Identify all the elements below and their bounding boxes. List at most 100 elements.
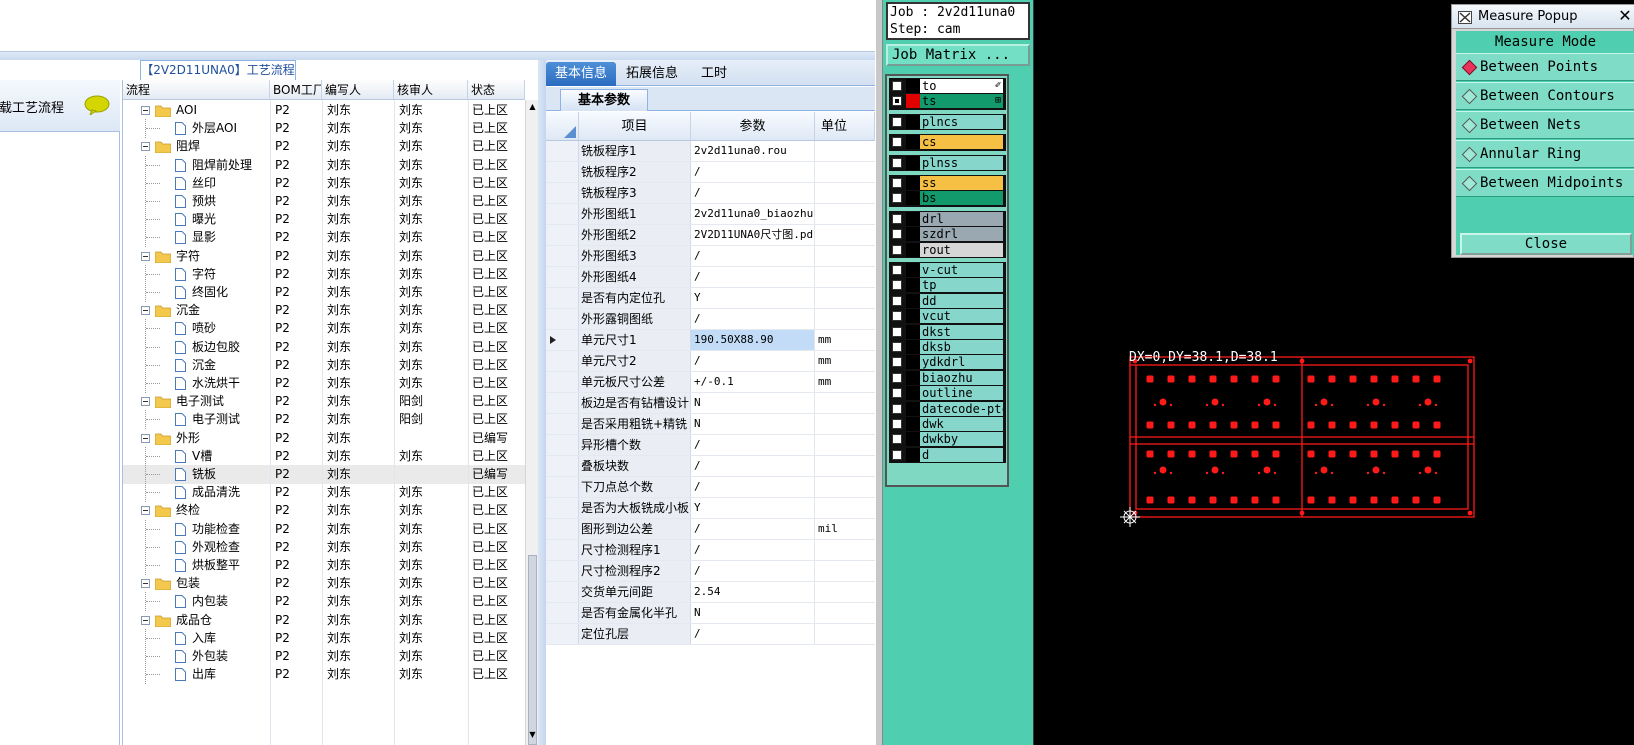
flow-grid-scrollbar[interactable]: ▲ ▼ bbox=[525, 100, 539, 745]
layer-name[interactable]: cs bbox=[920, 135, 1003, 150]
radio-diamond-icon[interactable] bbox=[1461, 59, 1478, 76]
row-indicator[interactable] bbox=[546, 435, 579, 455]
layer-checkbox[interactable] bbox=[892, 81, 902, 91]
layer-name[interactable]: outline bbox=[920, 386, 1003, 401]
layer-checkbox[interactable] bbox=[892, 157, 902, 168]
row-indicator[interactable] bbox=[546, 624, 579, 644]
param-value[interactable]: +/-0.1 bbox=[691, 372, 815, 392]
flow-grid-header-col[interactable]: 编写人 bbox=[322, 80, 394, 100]
param-value[interactable]: / bbox=[691, 435, 815, 455]
table-row[interactable]: 外包装 P2 刘东 刘东 已上区 bbox=[123, 647, 525, 666]
row-indicator[interactable] bbox=[546, 414, 579, 434]
layer-checkbox[interactable] bbox=[892, 193, 902, 204]
param-row[interactable]: 铣板程序3/ bbox=[546, 183, 875, 204]
close-icon[interactable]: ✕ bbox=[1614, 5, 1634, 27]
param-row[interactable]: 是否有内定位孔 Y bbox=[546, 288, 875, 309]
layer-work-marker[interactable] bbox=[906, 191, 920, 206]
layer-row[interactable]: drl bbox=[889, 211, 1006, 226]
row-indicator[interactable] bbox=[546, 267, 579, 287]
radio-diamond-icon[interactable] bbox=[1461, 88, 1478, 105]
layer-work-marker[interactable] bbox=[906, 370, 920, 385]
layer-row[interactable]: dkst bbox=[889, 324, 1006, 339]
layer-work-marker[interactable] bbox=[906, 155, 920, 170]
layer-work-marker[interactable] bbox=[906, 94, 920, 109]
layer-work-marker[interactable] bbox=[906, 386, 920, 401]
layer-row[interactable]: tp bbox=[889, 278, 1006, 293]
param-row[interactable]: 单元尺寸2/mm bbox=[546, 351, 875, 372]
layer-row[interactable]: ss bbox=[889, 176, 1006, 190]
row-indicator[interactable] bbox=[546, 456, 579, 476]
layer-work-marker[interactable] bbox=[906, 309, 920, 324]
layer-checkbox[interactable] bbox=[892, 229, 902, 240]
param-row[interactable]: 外形露铜图纸 / bbox=[546, 309, 875, 330]
layer-row[interactable]: rout bbox=[889, 242, 1006, 257]
table-row[interactable]: 内包装 P2 刘东 刘东 已上区 bbox=[123, 592, 525, 612]
layer-name[interactable]: dkst bbox=[920, 324, 1003, 339]
param-row[interactable]: 尺寸检测程序1/ bbox=[546, 540, 875, 561]
param-value[interactable]: 190.50X88.90 bbox=[691, 330, 815, 350]
layer-work-marker[interactable] bbox=[906, 432, 920, 447]
layer-name[interactable]: biaozhu bbox=[920, 370, 1003, 385]
layer-checkbox[interactable] bbox=[892, 96, 902, 107]
param-value[interactable]: N bbox=[691, 603, 815, 623]
layer-row[interactable]: plncs bbox=[889, 114, 1006, 129]
param-row[interactable]: 外形图纸12v2d11una0_biaozhu... bbox=[546, 204, 875, 225]
layer-name[interactable]: dwkby bbox=[920, 432, 1003, 447]
layer-work-marker[interactable] bbox=[906, 324, 920, 339]
layer-work-marker[interactable] bbox=[906, 447, 920, 462]
table-row[interactable]: 外观检查 P2 刘东 刘东 已上区 bbox=[123, 537, 525, 557]
tab-basic-info[interactable]: 基本信息 bbox=[546, 62, 616, 86]
layer-name[interactable]: datecode-ptc bbox=[920, 401, 1003, 416]
param-row[interactable]: 定位孔层 / bbox=[546, 624, 875, 645]
layer-work-marker[interactable] bbox=[906, 227, 920, 242]
layer-name[interactable]: dwk bbox=[920, 417, 1003, 431]
layer-checkbox[interactable] bbox=[892, 372, 902, 383]
layer-row[interactable]: to ✐ bbox=[889, 79, 1006, 93]
table-row[interactable]: 阻焊前处理 P2 刘东 刘东 已上区 bbox=[123, 155, 525, 175]
layer-name[interactable]: szdrl bbox=[920, 227, 1003, 242]
param-value[interactable]: / bbox=[691, 477, 815, 497]
layer-name[interactable]: plncs bbox=[920, 114, 1003, 129]
table-row[interactable]: 水洗烘干 P2 刘东 刘东 已上区 bbox=[123, 374, 525, 393]
param-row[interactable]: 单元板尺寸公差 +/-0.1 mm bbox=[546, 372, 875, 393]
table-row[interactable]: 入库 P2 刘东 刘东 已上区 bbox=[123, 628, 525, 648]
layer-name[interactable]: rout bbox=[920, 242, 1003, 257]
param-row[interactable]: 外形图纸4/ bbox=[546, 267, 875, 288]
param-row[interactable]: 交货单元间距 2.54 bbox=[546, 582, 875, 603]
scroll-thumb[interactable] bbox=[528, 555, 537, 745]
param-value[interactable]: / bbox=[691, 540, 815, 560]
param-value[interactable]: / bbox=[691, 309, 815, 329]
layer-checkbox[interactable] bbox=[892, 116, 902, 127]
table-row[interactable]: 电子测试 P2 刘东 阳剑 已上区 bbox=[123, 392, 525, 411]
row-indicator[interactable] bbox=[546, 225, 579, 245]
layer-name[interactable]: bs bbox=[920, 191, 1003, 206]
row-indicator[interactable] bbox=[546, 561, 579, 581]
measure-mode-option[interactable]: Between Contours bbox=[1456, 82, 1634, 110]
measure-mode-option[interactable]: Between Nets bbox=[1456, 111, 1634, 139]
layer-row[interactable]: bs bbox=[889, 191, 1006, 206]
layer-checkbox[interactable] bbox=[892, 178, 902, 188]
param-header-item[interactable]: 项目 bbox=[579, 112, 691, 141]
table-row[interactable]: 电子测试 P2 刘东 阳剑 已上区 bbox=[123, 410, 525, 430]
param-value[interactable]: N bbox=[691, 393, 815, 413]
table-row[interactable]: 外形 P2 刘东 已编写 bbox=[123, 429, 525, 448]
layer-work-marker[interactable] bbox=[906, 135, 920, 150]
row-indicator[interactable] bbox=[546, 498, 579, 518]
layer-row[interactable]: v-cut bbox=[889, 263, 1006, 277]
table-row[interactable]: 外层AOI P2 刘东 刘东 已上区 bbox=[123, 119, 525, 139]
layer-name[interactable]: v-cut bbox=[920, 263, 1003, 277]
layer-checkbox[interactable] bbox=[892, 295, 902, 306]
param-value[interactable]: / bbox=[691, 162, 815, 182]
param-value[interactable]: / bbox=[691, 519, 815, 539]
table-row[interactable]: 烘板整平 P2 刘东 刘东 已上区 bbox=[123, 556, 525, 575]
table-row[interactable]: 沉金 P2 刘东 刘东 已上区 bbox=[123, 301, 525, 320]
row-indicator[interactable] bbox=[546, 141, 579, 161]
row-indicator[interactable] bbox=[546, 582, 579, 602]
param-value[interactable]: 2.54 bbox=[691, 582, 815, 602]
layer-row[interactable]: dwkby bbox=[889, 432, 1006, 447]
layer-checkbox[interactable] bbox=[892, 434, 902, 445]
layer-name[interactable]: dksb bbox=[920, 340, 1003, 354]
param-row[interactable]: 板边是否有钻槽设计 N bbox=[546, 393, 875, 414]
collapse-toggle-icon[interactable] bbox=[141, 306, 150, 316]
table-row[interactable]: 功能检查 P2 刘东 刘东 已上区 bbox=[123, 519, 525, 539]
